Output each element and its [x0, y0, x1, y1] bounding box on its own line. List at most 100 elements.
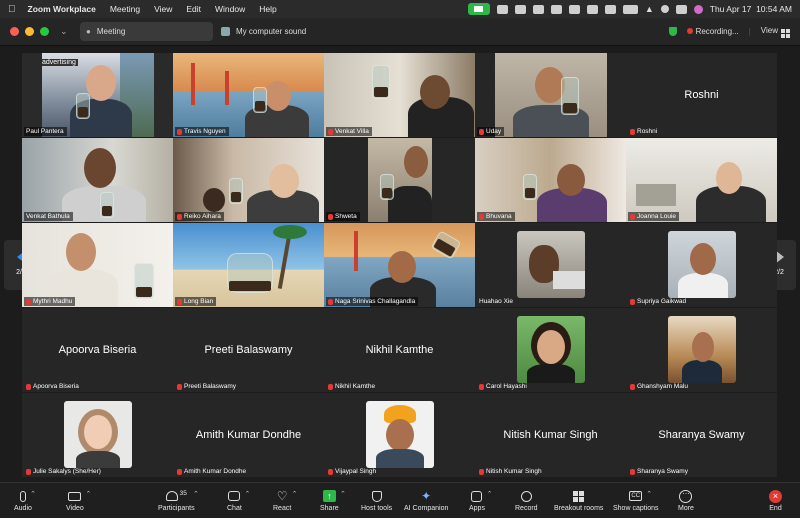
status-icon-6[interactable]	[586, 4, 598, 14]
participant-tile[interactable]: Vijaypal Singh	[324, 393, 475, 477]
participant-tile[interactable]: Supriya Gaikwad	[626, 223, 777, 307]
menu-clock[interactable]: Thu Apr 17 10:54 AM	[710, 4, 792, 14]
apps-label: Apps	[469, 505, 485, 512]
host-tools-button[interactable]: Host tools	[361, 487, 392, 517]
participant-tile[interactable]: Preeti Balaswamy Preeti Balaswamy	[173, 308, 324, 392]
participant-tile[interactable]: Amith Kumar Dondhe Amith Kumar Dondhe	[173, 393, 324, 477]
breakout-rooms-button[interactable]: Breakout rooms	[554, 487, 603, 517]
menu-meeting[interactable]: Meeting	[110, 4, 140, 14]
status-icon-3[interactable]	[532, 4, 544, 14]
search-icon[interactable]	[660, 5, 669, 13]
menu-app-name[interactable]: Zoom Workplace	[28, 4, 96, 14]
participant-tile[interactable]: Venkat Villa	[324, 53, 475, 137]
participant-tile[interactable]: Sharanya Swamy Sharanya Swamy	[626, 393, 777, 477]
chevron-up-icon[interactable]: ⌃	[292, 490, 298, 498]
tab-meeting[interactable]: ● Meeting	[80, 22, 213, 41]
participant-tile[interactable]: Huahao Xie	[475, 223, 626, 307]
mac-menu-bar:  Zoom Workplace Meeting View Edit Windo…	[0, 0, 800, 18]
chevron-up-icon[interactable]: ⌃	[487, 490, 493, 498]
participant-name: Roshni	[628, 127, 660, 136]
chevron-up-icon[interactable]: ⌃	[193, 490, 199, 498]
participants-button[interactable]: 35 ⌃ Participants	[158, 487, 199, 517]
status-icon-5[interactable]	[568, 4, 580, 14]
status-icon-1[interactable]	[496, 4, 508, 14]
chevron-up-icon[interactable]: ⌃	[86, 490, 92, 498]
status-icon-2[interactable]	[514, 4, 526, 14]
participant-tile[interactable]: Bhuvana	[475, 138, 626, 222]
control-center-icon[interactable]	[675, 4, 687, 14]
participant-tile[interactable]: Naga Srinivas Challagandla	[324, 223, 475, 307]
end-label: End	[769, 505, 782, 512]
meeting-toolbar: ⌃ Audio ⌃ Video 35 ⌃ Participants ⌃ Chat …	[0, 482, 800, 518]
participant-tile[interactable]: Apoorva Biseria Apoorva Biseria	[22, 308, 173, 392]
menu-help[interactable]: Help	[259, 4, 276, 14]
participant-name: Huahao Xie	[479, 298, 513, 305]
participant-tile[interactable]: Uday	[475, 53, 626, 137]
participant-tile[interactable]: Shweta	[324, 138, 475, 222]
chat-button[interactable]: ⌃ Chat	[227, 487, 250, 517]
recording-indicator[interactable]: Recording...	[686, 27, 739, 36]
chevron-up-icon[interactable]: ⌃	[245, 490, 251, 498]
participant-tile[interactable]: Reiko Aihara	[173, 138, 324, 222]
wifi-icon[interactable]: ▲	[645, 4, 654, 14]
participant-tile[interactable]: Roshni Roshni	[626, 53, 777, 137]
end-button[interactable]: × End	[769, 487, 782, 517]
chevron-up-icon[interactable]: ⌃	[646, 490, 652, 498]
mic-muted-icon	[177, 298, 182, 305]
participant-display-name: Preeti Balaswamy	[204, 344, 293, 356]
minimize-window-icon[interactable]	[25, 27, 34, 36]
participant-name: Julie Sakalys (She/Her)	[24, 467, 104, 476]
chevron-down-icon[interactable]: ⌄	[60, 26, 68, 37]
tab-computer-sound[interactable]: My computer sound	[221, 22, 306, 41]
close-window-icon[interactable]	[10, 27, 19, 36]
chat-label: Chat	[227, 505, 242, 512]
participant-tile[interactable]: Carol Hayashi	[475, 308, 626, 392]
zoom-window-icon[interactable]	[40, 27, 49, 36]
participant-tile[interactable]: Nikhil Kamthe Nikhil Kamthe	[324, 308, 475, 392]
share-button[interactable]: ↑ ⌃ Share	[320, 487, 346, 517]
battery-icon[interactable]	[622, 4, 638, 14]
more-button[interactable]: ⋯ More	[678, 487, 694, 517]
participant-tile[interactable]: Long Bian	[173, 223, 324, 307]
participant-name: Nikhil Kamthe	[326, 382, 378, 391]
mic-muted-icon	[26, 468, 31, 475]
participant-display-name: Nitish Kumar Singh	[503, 429, 598, 441]
participant-name: Apoorva Biseria	[24, 382, 82, 391]
status-icon-4[interactable]	[550, 4, 562, 14]
audio-button[interactable]: ⌃ Audio	[14, 487, 36, 517]
participant-tile[interactable]: Julie Sakalys (She/Her)	[22, 393, 173, 477]
captions-button[interactable]: CC ⌃ Show captions	[613, 487, 659, 517]
ai-companion-button[interactable]: ✦ AI Companion	[404, 487, 448, 517]
participant-tile[interactable]: Venkat Bathula	[22, 138, 173, 222]
apps-button[interactable]: ⌃ Apps	[469, 487, 492, 517]
mic-muted-icon	[177, 468, 182, 475]
react-button[interactable]: ♡ ⌃ React	[273, 487, 298, 517]
menu-view[interactable]: View	[154, 4, 172, 14]
chat-icon	[228, 491, 241, 501]
avatar	[517, 231, 585, 298]
participant-tile[interactable]: advertising Paul Pantera	[22, 53, 173, 137]
participant-tile[interactable]: Joanna Louie	[626, 138, 777, 222]
shield-icon[interactable]	[668, 27, 677, 36]
mic-muted-icon	[177, 383, 182, 390]
mic-muted-icon	[479, 468, 484, 475]
participant-tile[interactable]: Mythri Madhu	[22, 223, 173, 307]
view-button[interactable]: View	[761, 26, 790, 38]
chevron-up-icon[interactable]: ⌃	[340, 490, 346, 498]
participant-tile[interactable]: Ghanshyam Malu	[626, 308, 777, 392]
record-button[interactable]: Record	[515, 487, 538, 517]
zoom-camera-status-icon[interactable]	[467, 3, 490, 15]
apple-icon[interactable]: 	[8, 4, 16, 15]
chevron-up-icon[interactable]: ⌃	[30, 490, 36, 498]
participant-tile[interactable]: Travis Nguyen	[173, 53, 324, 137]
menu-edit[interactable]: Edit	[186, 4, 201, 14]
video-button[interactable]: ⌃ Video	[66, 487, 91, 517]
siri-icon[interactable]	[693, 4, 703, 14]
participant-name: Shweta	[326, 212, 360, 221]
menu-window[interactable]: Window	[215, 4, 245, 14]
status-icon-7[interactable]	[604, 4, 616, 14]
divider: |	[748, 27, 751, 36]
participant-tile[interactable]: Nitish Kumar Singh Nitish Kumar Singh	[475, 393, 626, 477]
record-label: Record	[515, 505, 538, 512]
heart-icon: ♡	[276, 489, 288, 503]
